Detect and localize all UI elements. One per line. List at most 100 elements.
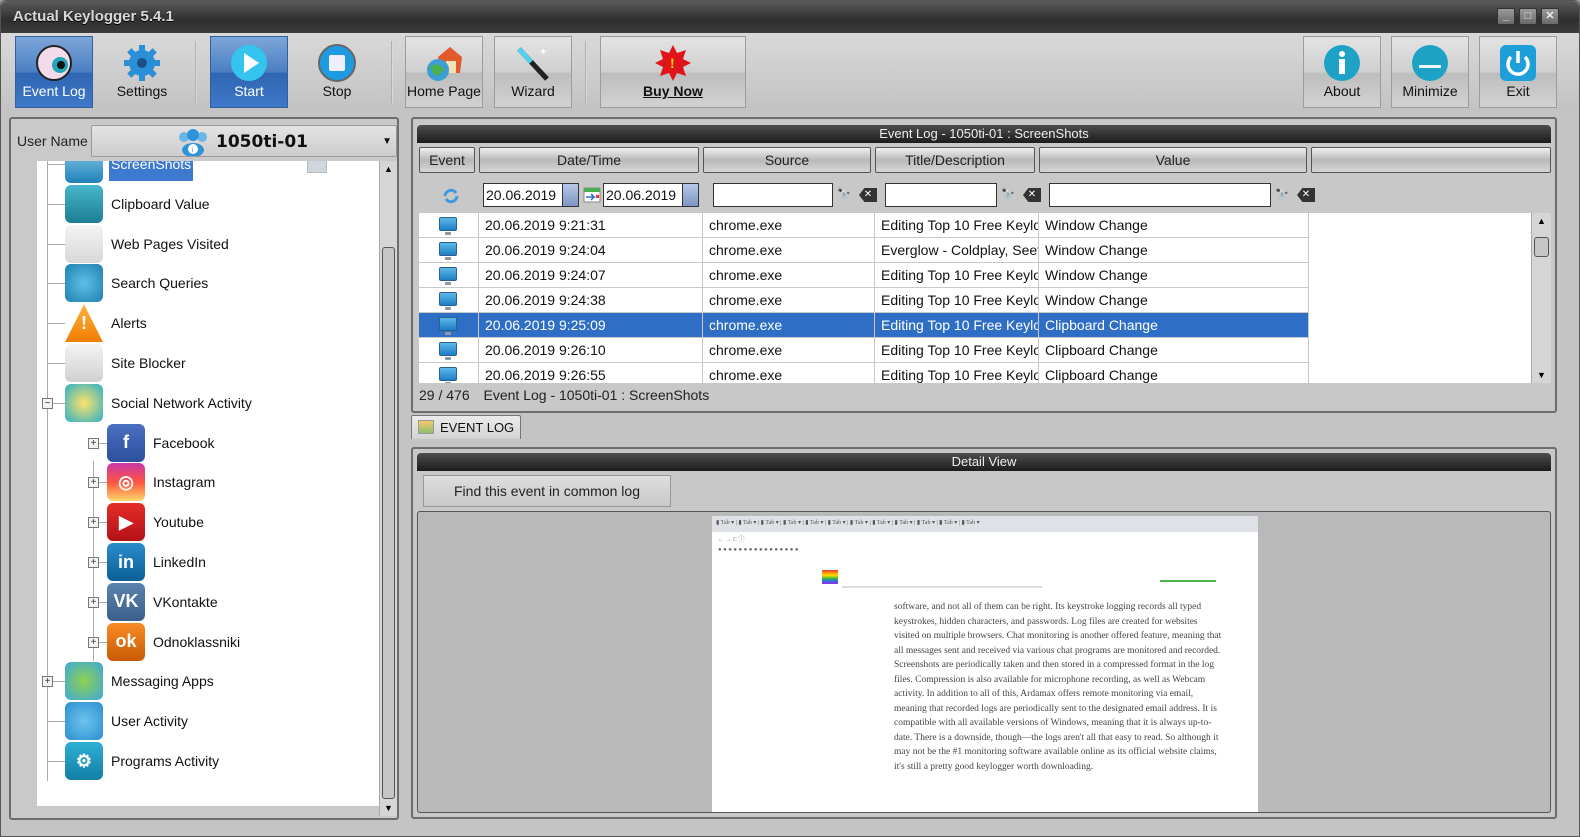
value-filter-input[interactable] bbox=[1049, 183, 1271, 207]
scroll-down-icon[interactable]: ▼ bbox=[1532, 370, 1551, 380]
monitor-icon bbox=[439, 317, 457, 335]
sidebar-scrollbar[interactable]: ▲ ▼ bbox=[379, 161, 397, 816]
tree-item-user-activity[interactable]: User Activity bbox=[65, 702, 190, 741]
exit-button[interactable]: Exit bbox=[1479, 36, 1557, 108]
tree-line bbox=[47, 761, 65, 762]
scroll-up-icon[interactable]: ▲ bbox=[1532, 216, 1551, 226]
cell-datetime: 20.06.2019 9:21:31 bbox=[479, 213, 703, 237]
cell-value: Window Change bbox=[1039, 238, 1309, 262]
find-in-common-log-button[interactable]: Find this event in common log bbox=[423, 475, 671, 507]
tree-item-screenshots[interactable]: ScreenShots bbox=[65, 161, 194, 183]
wizard-button[interactable]: ✦ Wizard bbox=[494, 36, 572, 108]
tree-item-odnoklassniki[interactable]: ok Odnoklassniki bbox=[107, 622, 242, 661]
screenshot-image[interactable]: ▮ Tab ▾ | ▮ Tab ▾ | ▮ Tab ▾ | ▮ Tab ▾ | … bbox=[712, 516, 1258, 812]
buy-now-button[interactable]: ! Buy Now bbox=[600, 36, 746, 108]
expand-icon[interactable]: + bbox=[88, 437, 99, 449]
table-row[interactable]: 20.06.2019 9:24:38 chrome.exe Editing Top … bbox=[419, 288, 1309, 313]
about-button[interactable]: About bbox=[1303, 36, 1381, 108]
expand-icon[interactable]: + bbox=[88, 636, 99, 648]
minimize-button[interactable]: Minimize bbox=[1391, 36, 1469, 108]
filter-options-icon[interactable] bbox=[307, 161, 327, 173]
social-bubbles-icon bbox=[65, 383, 103, 422]
detail-view-panel: Detail View Find this event in common lo… bbox=[411, 447, 1557, 819]
date-to-input[interactable]: 20.06.2019 bbox=[603, 183, 699, 207]
tree-item-alerts[interactable]: ! Alerts bbox=[65, 304, 149, 343]
home-page-button[interactable]: Home Page bbox=[405, 36, 483, 108]
tree-item-site-blocker[interactable]: Site Blocker bbox=[65, 344, 188, 382]
tree-item-programs-activity[interactable]: ⚙ Programs Activity bbox=[65, 742, 221, 780]
tab-event-log[interactable]: EVENT LOG bbox=[411, 415, 521, 439]
column-header-value[interactable]: Value bbox=[1039, 147, 1307, 173]
collapse-icon[interactable]: − bbox=[42, 397, 53, 409]
user-select[interactable]: i 1050ti-01 ▼ bbox=[91, 125, 397, 157]
cell-datetime: 20.06.2019 9:26:10 bbox=[479, 338, 703, 362]
tree-item-instagram[interactable]: ◎ Instagram bbox=[107, 463, 217, 502]
column-header-title[interactable]: Title/Description bbox=[875, 147, 1035, 173]
cell-event bbox=[419, 338, 479, 362]
title-filter-input[interactable] bbox=[885, 183, 997, 207]
status-bar: 29 / 476 Event Log - 1050ti-01 : ScreenS… bbox=[419, 387, 709, 403]
window-minimize-button[interactable]: _ bbox=[1497, 8, 1515, 25]
calendar-icon[interactable] bbox=[682, 184, 698, 206]
tree-item-label: Site Blocker bbox=[111, 355, 186, 371]
column-header-datetime[interactable]: Date/Time bbox=[479, 147, 699, 173]
settings-button[interactable]: Settings bbox=[103, 36, 181, 108]
tree-item-search-queries[interactable]: Search Queries bbox=[65, 264, 210, 303]
date-from-input[interactable]: 20.06.2019 bbox=[483, 183, 579, 207]
clear-filter-icon[interactable]: ✕ bbox=[1023, 188, 1041, 202]
table-row[interactable]: 20.06.2019 9:26:10 chrome.exe Editing Top … bbox=[419, 338, 1309, 363]
tree-item-vkontakte[interactable]: VK VKontakte bbox=[107, 582, 220, 621]
expand-icon[interactable]: + bbox=[88, 517, 99, 529]
tree-item-messaging-apps[interactable]: Messaging Apps bbox=[65, 662, 216, 701]
tree-item-youtube[interactable]: ▶ Youtube bbox=[107, 503, 206, 542]
gear-icon bbox=[124, 45, 160, 81]
table-row[interactable]: 20.06.2019 9:25:09 chrome.exe Editing Top … bbox=[419, 313, 1309, 338]
column-header-extra[interactable] bbox=[1311, 147, 1551, 173]
calendar-icon[interactable] bbox=[562, 184, 578, 206]
tree-item-social-network-activity[interactable]: Social Network Activity bbox=[65, 383, 254, 422]
tree-item-label: Odnoklassniki bbox=[153, 633, 241, 650]
table-scroll-thumb[interactable] bbox=[1534, 237, 1549, 257]
table-row[interactable]: 20.06.2019 9:24:04 chrome.exe Everglow - C… bbox=[419, 238, 1309, 263]
binoculars-search-icon[interactable]: 🔭 bbox=[1275, 188, 1291, 202]
expand-icon[interactable]: + bbox=[88, 477, 99, 489]
scroll-up-icon[interactable]: ▲ bbox=[380, 164, 397, 174]
source-filter-input[interactable] bbox=[713, 183, 833, 207]
tree-item-web-pages-visited[interactable]: Web Pages Visited bbox=[65, 224, 231, 263]
svg-text:!: ! bbox=[670, 55, 675, 71]
binoculars-search-icon[interactable]: 🔭 bbox=[837, 188, 853, 202]
tree-item-linkedin[interactable]: in LinkedIn bbox=[107, 543, 208, 581]
clear-filter-icon[interactable]: ✕ bbox=[1297, 188, 1315, 202]
table-row[interactable]: 20.06.2019 9:26:55 chrome.exe Editing Top … bbox=[419, 363, 1309, 383]
refresh-icon[interactable] bbox=[441, 186, 461, 206]
clipboard-icon bbox=[65, 184, 103, 223]
date-range-icon[interactable] bbox=[583, 186, 601, 204]
column-header-event[interactable]: Event bbox=[419, 147, 475, 173]
expand-icon[interactable]: + bbox=[88, 596, 99, 608]
sidebar-scroll-thumb[interactable] bbox=[382, 247, 395, 799]
cell-value: Clipboard Change bbox=[1039, 338, 1309, 362]
window-maximize-button[interactable]: □ bbox=[1519, 8, 1537, 25]
stop-button[interactable]: Stop bbox=[298, 36, 376, 108]
tree-item-clipboard-value[interactable]: Clipboard Value bbox=[65, 184, 212, 223]
expand-icon[interactable]: + bbox=[42, 676, 53, 688]
table-row[interactable]: 20.06.2019 9:21:31 chrome.exe Editing Top … bbox=[419, 213, 1309, 238]
sidebar: User Name i 1050ti-01 ▼ ScreenShots Clipb… bbox=[9, 117, 399, 820]
clear-filter-icon[interactable]: ✕ bbox=[859, 188, 877, 202]
toolbar: Event Log Settings Start Stop Home Page … bbox=[1, 33, 1579, 111]
column-header-source[interactable]: Source bbox=[703, 147, 871, 173]
table-scrollbar[interactable]: ▲ ▼ bbox=[1531, 213, 1551, 383]
binoculars-search-icon[interactable]: 🔭 bbox=[1001, 188, 1017, 202]
scroll-down-icon[interactable]: ▼ bbox=[380, 803, 397, 813]
event-log-button[interactable]: Event Log bbox=[15, 36, 93, 108]
table-row[interactable]: 20.06.2019 9:24:07 chrome.exe Editing Top … bbox=[419, 263, 1309, 288]
title-bar[interactable]: Actual Keylogger 5.4.1 _ □ ✕ bbox=[1, 1, 1579, 33]
cell-event bbox=[419, 263, 479, 287]
expand-icon[interactable]: + bbox=[88, 557, 99, 568]
tree-item-facebook[interactable]: f Facebook bbox=[107, 423, 216, 462]
start-button[interactable]: Start bbox=[210, 36, 288, 108]
cell-source: chrome.exe bbox=[703, 288, 875, 312]
window-close-button[interactable]: ✕ bbox=[1541, 8, 1559, 25]
monitor-icon bbox=[439, 292, 457, 310]
cell-title: Editing Top 10 Free Keylo bbox=[875, 263, 1039, 287]
